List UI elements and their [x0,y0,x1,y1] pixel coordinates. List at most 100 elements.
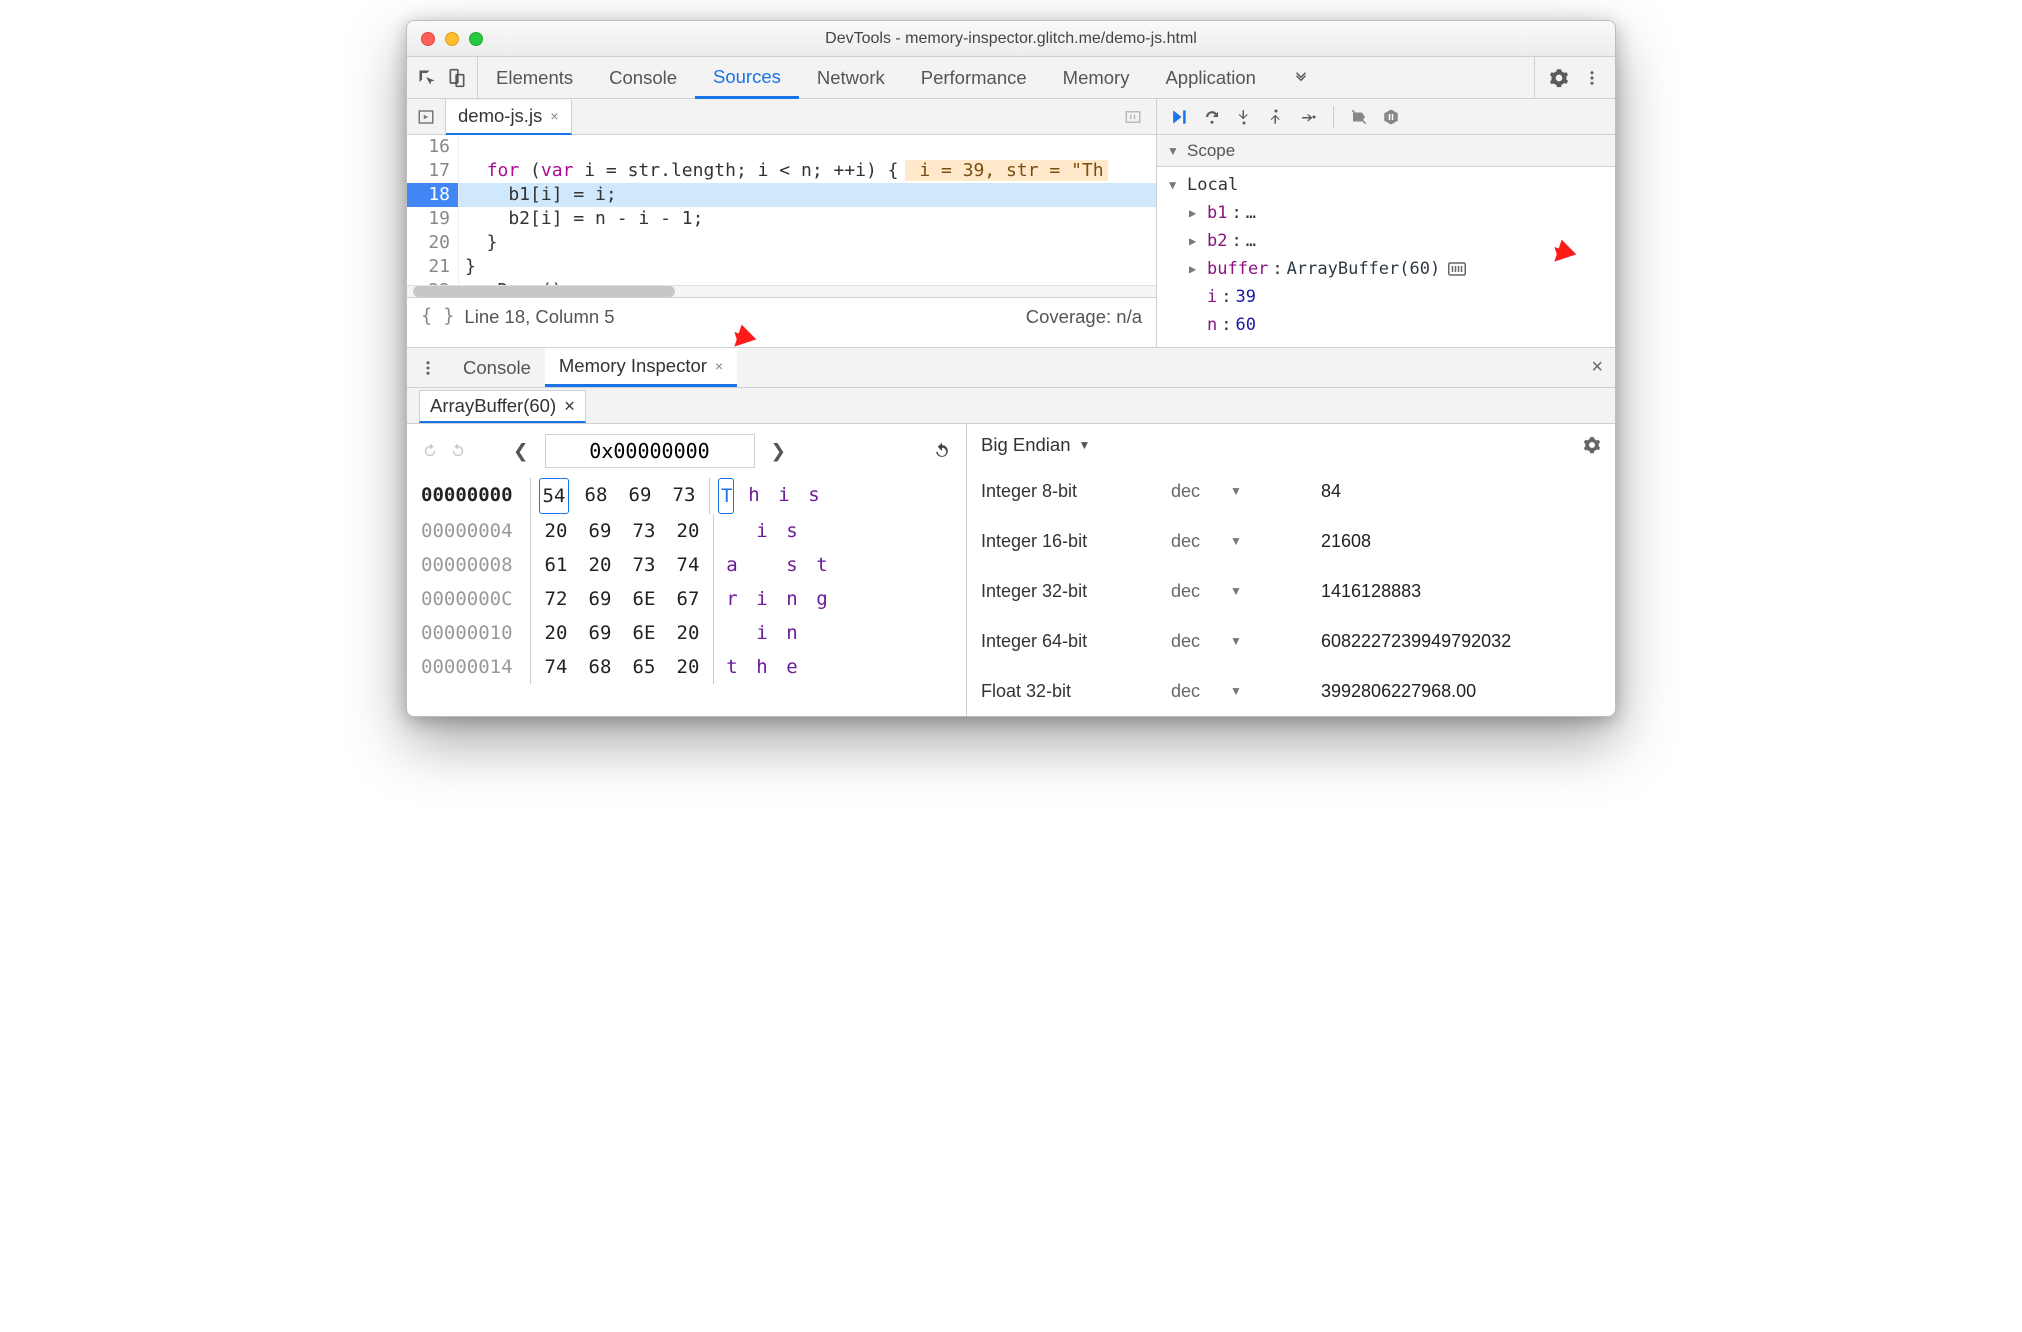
hex-row[interactable]: 0000000054686973This [421,478,952,514]
code-line[interactable]: 16 [407,135,1156,159]
ascii-char[interactable] [724,616,740,650]
editor-hscrollbar[interactable] [407,285,1156,297]
ascii-char[interactable] [724,514,740,548]
step-over-icon[interactable] [1203,108,1221,126]
next-page-icon[interactable]: ❯ [765,440,793,462]
code-line[interactable]: 20 } [407,231,1156,255]
hex-byte[interactable]: 73 [629,548,659,582]
ascii-char[interactable]: a [724,548,740,582]
ascii-char[interactable]: r [724,582,740,616]
value-format[interactable]: dec [1171,566,1200,616]
ascii-char[interactable] [814,616,830,650]
tab-application[interactable]: Application [1147,57,1274,98]
step-into-icon[interactable] [1235,108,1253,126]
code-line[interactable]: 22runDemo(); [407,279,1156,285]
hex-byte[interactable]: 69 [585,582,615,616]
hex-byte[interactable]: 74 [673,548,703,582]
format-dropdown-icon[interactable]: ▼ [1230,616,1242,666]
history-forward-icon[interactable] [449,442,467,460]
tab-console[interactable]: Console [591,57,695,98]
format-dropdown-icon[interactable]: ▼ [1230,466,1242,516]
tab-performance[interactable]: Performance [903,57,1045,98]
pretty-print-icon[interactable]: { } [421,306,454,327]
overflow-tabs[interactable] [1274,57,1328,98]
tab-memory[interactable]: Memory [1045,57,1148,98]
step-out-icon[interactable] [1267,108,1285,126]
value-format[interactable]: dec [1171,516,1200,566]
ascii-char[interactable]: T [718,478,734,514]
hex-byte[interactable]: 20 [541,514,571,548]
hex-row[interactable]: 0000000C72696E67ring [421,582,952,616]
drawer-tab-console[interactable]: Console [449,348,545,387]
tab-elements[interactable]: Elements [478,57,591,98]
code-line[interactable]: 19 b2[i] = n - i - 1; [407,207,1156,231]
close-drawer-tab-icon[interactable]: × [715,358,723,374]
hex-byte[interactable]: 20 [673,650,703,684]
ascii-char[interactable]: n [784,616,800,650]
ascii-char[interactable]: g [814,582,830,616]
reveal-in-memory-icon[interactable] [1448,262,1466,276]
code-editor[interactable]: 1617 for (var i = str.length; i < n; ++i… [407,135,1156,285]
refresh-icon[interactable] [932,441,952,461]
value-format[interactable]: dec [1171,466,1200,516]
format-dropdown-icon[interactable]: ▼ [1230,516,1242,566]
drawer-tab-memory-inspector[interactable]: Memory Inspector× [545,348,737,387]
resume-icon[interactable] [1169,107,1189,127]
hex-byte[interactable]: 69 [625,478,655,514]
prev-page-icon[interactable]: ❮ [507,440,535,462]
ascii-char[interactable] [814,650,830,684]
hex-byte[interactable]: 73 [629,514,659,548]
hex-row[interactable]: 0000001020696E20 in [421,616,952,650]
ascii-char[interactable]: i [776,478,792,514]
hex-row[interactable]: 0000000420697320 is [421,514,952,548]
ascii-char[interactable]: s [784,548,800,582]
hex-byte[interactable]: 20 [673,616,703,650]
scope-var-b1[interactable]: ▶b1: … [1185,199,1615,227]
format-dropdown-icon[interactable]: ▼ [1230,666,1242,716]
ascii-char[interactable] [754,548,770,582]
hex-byte[interactable]: 72 [541,582,571,616]
inspect-element-icon[interactable] [417,68,437,88]
ascii-char[interactable] [814,514,830,548]
kebab-menu-icon[interactable] [1583,69,1601,87]
value-format[interactable]: dec [1171,616,1200,666]
hex-byte[interactable]: 61 [541,548,571,582]
endianness-label[interactable]: Big Endian [981,434,1070,456]
ascii-char[interactable]: h [754,650,770,684]
hex-byte[interactable]: 69 [585,616,615,650]
scope-var-n[interactable]: n: 60 [1185,311,1615,339]
step-icon[interactable] [1299,108,1317,126]
hex-byte[interactable]: 67 [673,582,703,616]
ascii-char[interactable]: i [754,616,770,650]
settings-gear-icon[interactable] [1549,68,1569,88]
ascii-char[interactable]: h [746,478,762,514]
hex-byte[interactable]: 6E [629,616,659,650]
ascii-char[interactable]: t [814,548,830,582]
interpreter-settings-icon[interactable] [1583,436,1601,454]
hex-grid[interactable]: 0000000054686973This0000000420697320 is … [421,478,952,684]
hex-byte[interactable]: 69 [585,514,615,548]
ascii-char[interactable]: i [754,582,770,616]
ascii-char[interactable]: e [784,650,800,684]
close-drawer-icon[interactable]: × [1591,356,1603,379]
hex-byte[interactable]: 20 [673,514,703,548]
hex-byte[interactable]: 68 [585,650,615,684]
scope-section-header[interactable]: ▼ Scope [1157,135,1615,167]
file-tab-demo-js[interactable]: demo-js.js × [446,100,572,135]
pause-on-exceptions-icon[interactable] [1382,108,1400,126]
run-snippet-icon[interactable] [1110,108,1156,126]
hex-byte[interactable]: 54 [539,478,569,514]
hex-row[interactable]: 0000001474686520the [421,650,952,684]
tab-sources[interactable]: Sources [695,57,799,99]
close-file-tab-icon[interactable]: × [550,108,558,124]
ascii-char[interactable]: n [784,582,800,616]
hex-byte[interactable]: 68 [581,478,611,514]
hex-row[interactable]: 0000000861207374a st [421,548,952,582]
address-input[interactable] [545,434,755,468]
code-line[interactable]: 17 for (var i = str.length; i < n; ++i) … [407,159,1156,183]
device-toggle-icon[interactable] [447,68,467,88]
ascii-char[interactable]: s [806,478,822,514]
code-line[interactable]: 21} [407,255,1156,279]
history-back-icon[interactable] [421,442,439,460]
drawer-menu-icon[interactable] [407,359,449,377]
